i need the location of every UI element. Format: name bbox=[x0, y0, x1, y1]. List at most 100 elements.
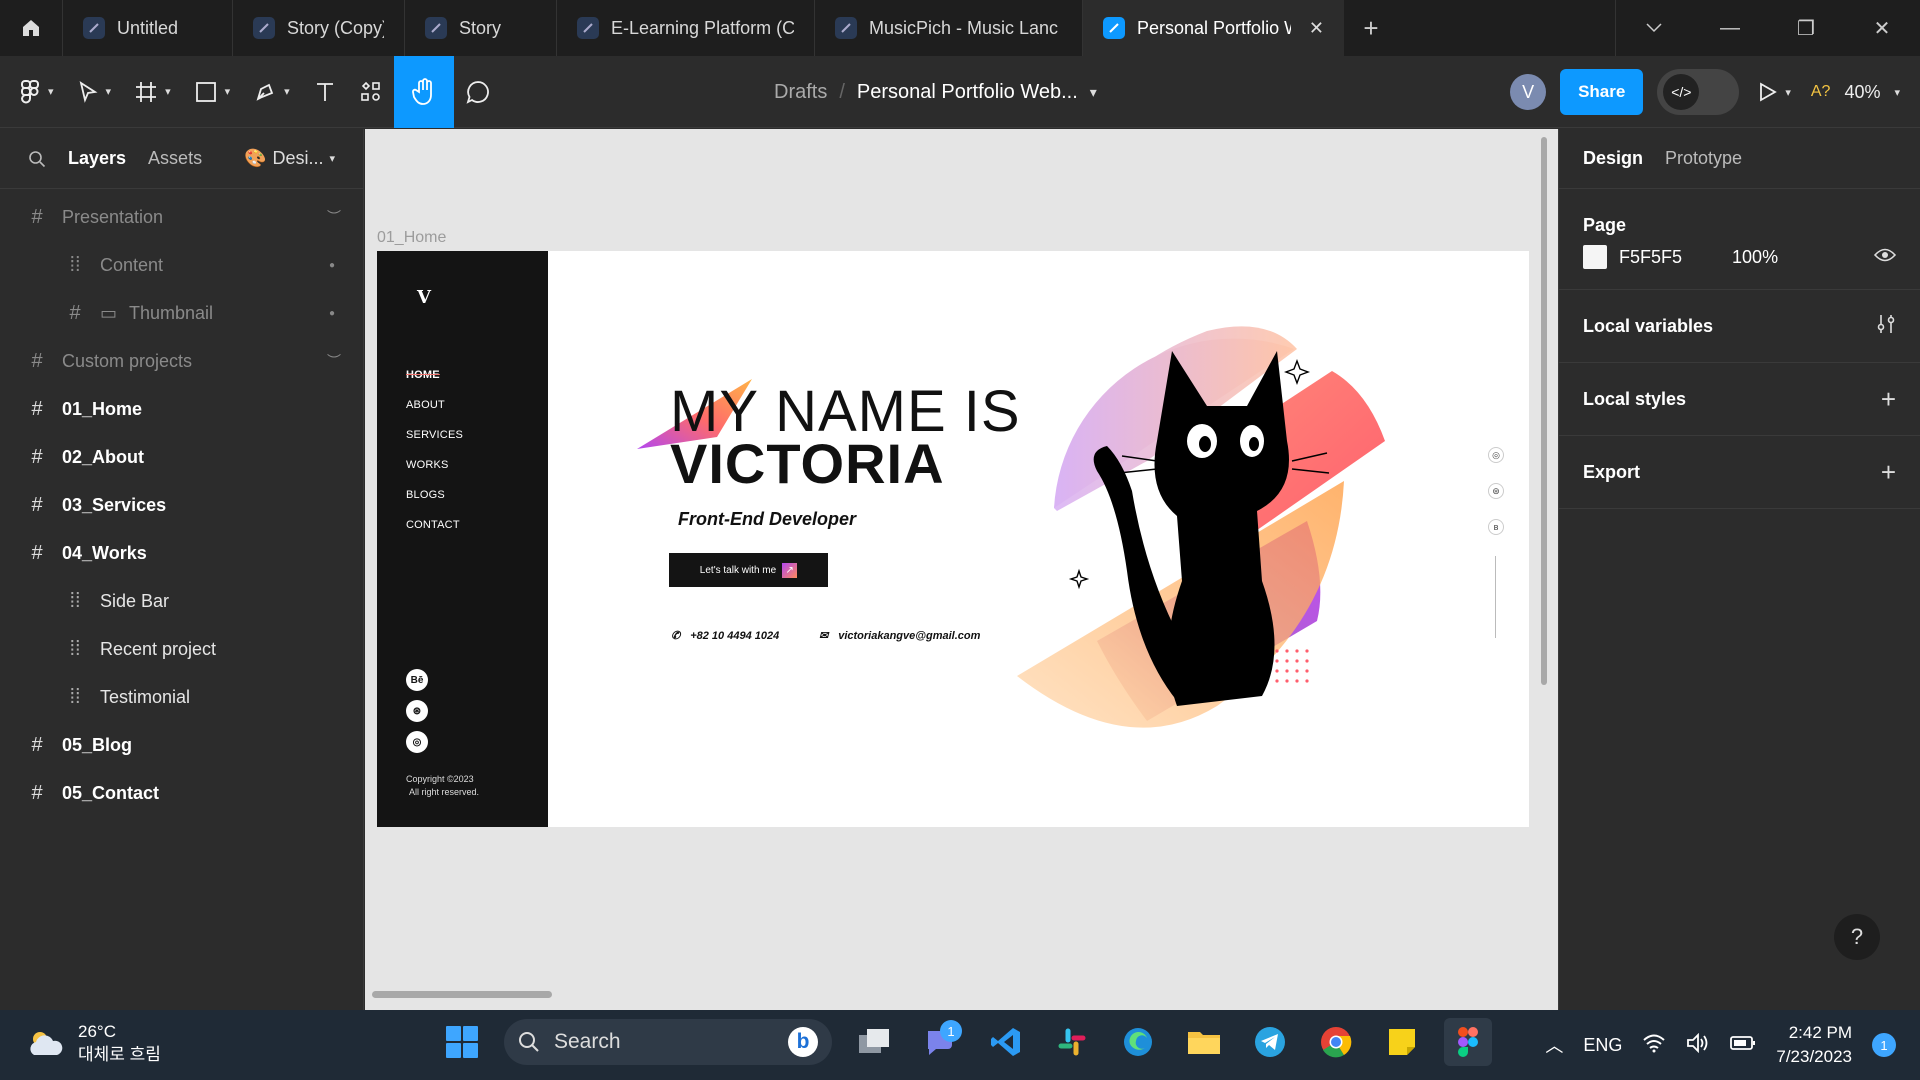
close-window-icon[interactable]: ✕ bbox=[1844, 0, 1920, 56]
layer-05-contact[interactable]: # 05_Contact bbox=[0, 769, 363, 817]
home-button[interactable] bbox=[0, 0, 62, 56]
tab-design[interactable]: Design bbox=[1583, 148, 1643, 169]
chevron-up-icon[interactable]: ︿ bbox=[1545, 1032, 1563, 1058]
chevron-down-icon[interactable]: ▾ bbox=[1090, 84, 1097, 101]
tab-prototype[interactable]: Prototype bbox=[1665, 148, 1742, 169]
language-indicator[interactable]: ENG bbox=[1583, 1035, 1622, 1056]
dev-mode-toggle[interactable]: </> bbox=[1657, 69, 1740, 115]
start-button[interactable] bbox=[438, 1018, 486, 1066]
sliders-icon[interactable] bbox=[1876, 313, 1896, 340]
comment-tool[interactable] bbox=[454, 56, 502, 128]
layer-content[interactable]: ⁞⁞ Content ● bbox=[0, 241, 363, 289]
present-button[interactable]: ▾ bbox=[1753, 56, 1797, 128]
taskbar-search[interactable]: Search b bbox=[504, 1019, 832, 1065]
tab-layers[interactable]: Layers bbox=[68, 148, 126, 169]
move-tool[interactable]: ▾ bbox=[66, 56, 124, 128]
chrome-button[interactable] bbox=[1312, 1018, 1360, 1066]
edge-button[interactable] bbox=[1114, 1018, 1162, 1066]
frame-tool[interactable]: ▾ bbox=[123, 56, 183, 128]
tab-untitled[interactable]: Untitled bbox=[62, 0, 232, 56]
layer-name: 05_Contact bbox=[62, 782, 160, 803]
layer-thumbnail[interactable]: # ▭ Thumbnail ● bbox=[0, 289, 363, 337]
figma-icon bbox=[1458, 1027, 1478, 1057]
canvas-horizontal-scrollbar[interactable] bbox=[372, 991, 552, 998]
eye-icon[interactable] bbox=[1873, 247, 1897, 268]
minimize-icon[interactable]: — bbox=[1692, 0, 1768, 56]
page-selector[interactable]: 🎨 Desi... ▾ bbox=[244, 148, 335, 169]
sticky-notes-button[interactable] bbox=[1378, 1018, 1426, 1066]
frame-01-home[interactable]: V HOME ABOUT SERVICES WORKS BLOGS CONTAC… bbox=[377, 251, 1529, 827]
tab-assets[interactable]: Assets bbox=[148, 148, 202, 169]
weather-widget[interactable]: 26°C 대체로 흐림 bbox=[26, 1020, 161, 1066]
design-email: ✉ victoriakangve@gmail.com bbox=[819, 629, 980, 643]
mail-icon: ✉ bbox=[819, 630, 829, 642]
file-explorer-button[interactable] bbox=[1180, 1018, 1228, 1066]
layer-name: 01_Home bbox=[62, 398, 143, 419]
tab-personal-portfolio[interactable]: Personal Portfolio W ✕ bbox=[1082, 0, 1344, 56]
breadcrumb-drafts[interactable]: Drafts bbox=[774, 81, 827, 104]
layer-02-about[interactable]: # 02_About bbox=[0, 433, 363, 481]
search-placeholder: Search bbox=[554, 1030, 621, 1053]
hidden-eye-icon[interactable]: ︶ bbox=[327, 351, 341, 371]
battery-icon[interactable] bbox=[1730, 1035, 1756, 1056]
slack-button[interactable] bbox=[1048, 1018, 1096, 1066]
add-export-icon[interactable]: + bbox=[1881, 457, 1896, 488]
frame-icon: # bbox=[31, 493, 43, 516]
layer-name: Thumbnail bbox=[129, 302, 214, 323]
tab-elearning[interactable]: E-Learning Platform (C bbox=[556, 0, 814, 56]
hidden-eye-icon[interactable]: ︶ bbox=[327, 207, 341, 227]
layer-presentation[interactable]: # Presentation ︶ bbox=[0, 193, 363, 241]
canvas-vertical-scrollbar[interactable] bbox=[1541, 137, 1547, 685]
zoom-level[interactable]: 40% bbox=[1844, 82, 1880, 103]
tab-story[interactable]: Story bbox=[404, 0, 556, 56]
page-color-swatch[interactable] bbox=[1583, 245, 1607, 269]
missing-fonts-indicator[interactable]: A? bbox=[1811, 83, 1831, 101]
layer-side-bar[interactable]: ⁞⁞ Side Bar bbox=[0, 577, 363, 625]
teams-chat-button[interactable]: 1 bbox=[916, 1018, 964, 1066]
hand-tool[interactable] bbox=[393, 55, 454, 128]
shape-tool[interactable]: ▾ bbox=[183, 56, 243, 128]
clock[interactable]: 2:42 PM 7/23/2023 bbox=[1776, 1021, 1852, 1069]
chevron-down-icon[interactable]: ▾ bbox=[1894, 86, 1900, 99]
page-color-hex[interactable]: F5F5F5 bbox=[1619, 247, 1682, 268]
layer-recent-project[interactable]: ⁞⁞ Recent project bbox=[0, 625, 363, 673]
add-style-icon[interactable]: + bbox=[1881, 384, 1896, 415]
tab-musicpich[interactable]: MusicPich - Music Lanc bbox=[814, 0, 1082, 56]
layer-01-home[interactable]: # 01_Home bbox=[0, 385, 363, 433]
file-name[interactable]: Personal Portfolio Web... bbox=[857, 81, 1078, 104]
frame-label[interactable]: 01_Home bbox=[377, 229, 446, 247]
search-icon[interactable] bbox=[28, 150, 46, 168]
layer-custom-projects[interactable]: # Custom projects ︶ bbox=[0, 337, 363, 385]
tab-story-copy[interactable]: Story (Copy) bbox=[232, 0, 404, 56]
vscode-button[interactable] bbox=[982, 1018, 1030, 1066]
tabs-dropdown-icon[interactable] bbox=[1616, 0, 1692, 56]
design-sidebar[interactable]: V HOME ABOUT SERVICES WORKS BLOGS CONTAC… bbox=[377, 251, 548, 827]
page-opacity[interactable]: 100% bbox=[1732, 247, 1778, 268]
local-styles-label: Local styles bbox=[1583, 388, 1687, 409]
notification-badge[interactable]: 1 bbox=[1872, 1033, 1896, 1057]
figma-taskbar-button[interactable] bbox=[1444, 1018, 1492, 1066]
telegram-button[interactable] bbox=[1246, 1018, 1294, 1066]
layer-04-works[interactable]: # 04_Works bbox=[0, 529, 363, 577]
avatar[interactable]: V bbox=[1510, 74, 1547, 110]
close-tab-icon[interactable]: ✕ bbox=[1309, 18, 1324, 39]
figma-file-icon bbox=[577, 17, 599, 39]
main-menu-button[interactable]: ▾ bbox=[0, 56, 66, 128]
bing-icon: b bbox=[788, 1027, 818, 1057]
resources-tool[interactable] bbox=[348, 56, 394, 128]
restore-icon[interactable]: ❐ bbox=[1768, 0, 1844, 56]
layer-05-blog[interactable]: # 05_Blog bbox=[0, 721, 363, 769]
task-view-button[interactable] bbox=[850, 1018, 898, 1066]
wifi-icon[interactable] bbox=[1642, 1033, 1666, 1058]
new-tab-button[interactable]: + bbox=[1344, 0, 1398, 56]
share-button[interactable]: Share bbox=[1560, 69, 1644, 115]
canvas[interactable]: 01_Home V HOME ABOUT SERVICES WORKS BLOG… bbox=[365, 129, 1558, 1010]
layer-testimonial[interactable]: ⁞⁞ Testimonial bbox=[0, 673, 363, 721]
text-tool[interactable] bbox=[302, 56, 348, 128]
volume-icon[interactable] bbox=[1686, 1032, 1710, 1058]
help-button[interactable]: ? bbox=[1834, 914, 1880, 960]
pen-tool[interactable]: ▾ bbox=[242, 56, 302, 128]
copyright-line1: Copyright ©2023 bbox=[406, 774, 474, 784]
layer-03-services[interactable]: # 03_Services bbox=[0, 481, 363, 529]
properties-panel: Design Prototype Page F5F5F5 100% Local … bbox=[1558, 129, 1920, 1010]
